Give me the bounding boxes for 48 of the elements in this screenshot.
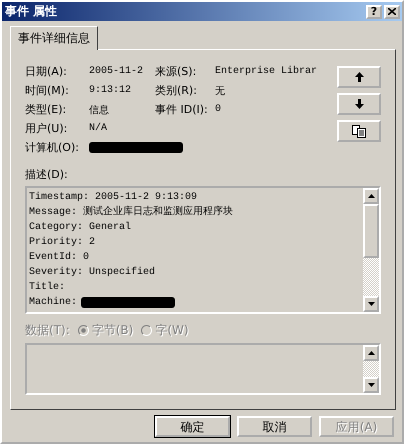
- description-line: Priority: 2: [29, 236, 96, 250]
- description-line: Category: General: [29, 220, 132, 235]
- field-value: 信息: [89, 104, 110, 116]
- dialog-button[interactable]: 确定: [155, 416, 230, 437]
- description-line: Machine:: [29, 295, 361, 310]
- field-label: 日期(A):: [25, 64, 68, 79]
- field-value: 0: [215, 104, 222, 115]
- help-button[interactable]: ?: [366, 4, 382, 18]
- description-line: Timestamp: 2005-11-2 9:13:09: [29, 190, 198, 205]
- description-label: 描述(D):: [25, 167, 69, 182]
- close-button[interactable]: [384, 4, 400, 18]
- scroll-up-icon: [368, 351, 374, 355]
- field-label: 类型(E):: [25, 102, 68, 117]
- up-arrow-icon: [354, 72, 364, 82]
- field-label: 时间(M):: [25, 83, 70, 98]
- previous-button[interactable]: [337, 66, 381, 88]
- scroll-down-icon: [368, 383, 374, 387]
- tab[interactable]: 事件详细信息: [10, 26, 98, 50]
- scroll-down-button[interactable]: [363, 296, 379, 312]
- field-label: 计算机(O):: [25, 140, 80, 155]
- field-label: 类别(R):: [155, 83, 198, 98]
- field-value: Enterprise Librar: [215, 66, 318, 77]
- data-label: 数据(T):: [25, 322, 70, 339]
- field-value: N/A: [89, 123, 108, 134]
- down-arrow-icon: [354, 99, 364, 109]
- description-box[interactable]: Timestamp: 2005-11-2 9:13:09 Message: 测试企业库日志和监测应用程序块 Category: General Priority: 2 EventId: 0 Severity: Unspecified Title: Machine:: [25, 186, 381, 314]
- next-button[interactable]: [337, 93, 381, 115]
- dialog-button[interactable]: 取消: [237, 416, 312, 437]
- description-line: EventId: 0: [29, 250, 90, 265]
- copy-button[interactable]: [337, 120, 381, 142]
- scroll-down-button[interactable]: [363, 377, 379, 393]
- description-line: Message: 测试企业库日志和监测应用程序块: [29, 205, 234, 220]
- scroll-up-button[interactable]: [363, 188, 379, 204]
- scroll-thumb[interactable]: [363, 204, 379, 258]
- description-line: Title:: [29, 280, 66, 295]
- window-title: 事件 属性: [5, 3, 58, 20]
- field-value: 2005-11-2: [89, 66, 144, 77]
- scroll-up-icon: [368, 194, 374, 198]
- copy-icon: [352, 124, 366, 138]
- description-line: Severity: Unspecified: [29, 266, 156, 280]
- field-value: 9:13:12: [89, 85, 132, 96]
- field-value: 无: [215, 85, 226, 98]
- close-icon: [388, 8, 396, 15]
- field-label: 事件 ID(I):: [155, 102, 209, 117]
- field-label: 来源(S):: [155, 64, 198, 79]
- field-label: 用户(U):: [25, 121, 68, 136]
- scroll-down-icon: [368, 302, 374, 306]
- scroll-up-button[interactable]: [363, 345, 379, 361]
